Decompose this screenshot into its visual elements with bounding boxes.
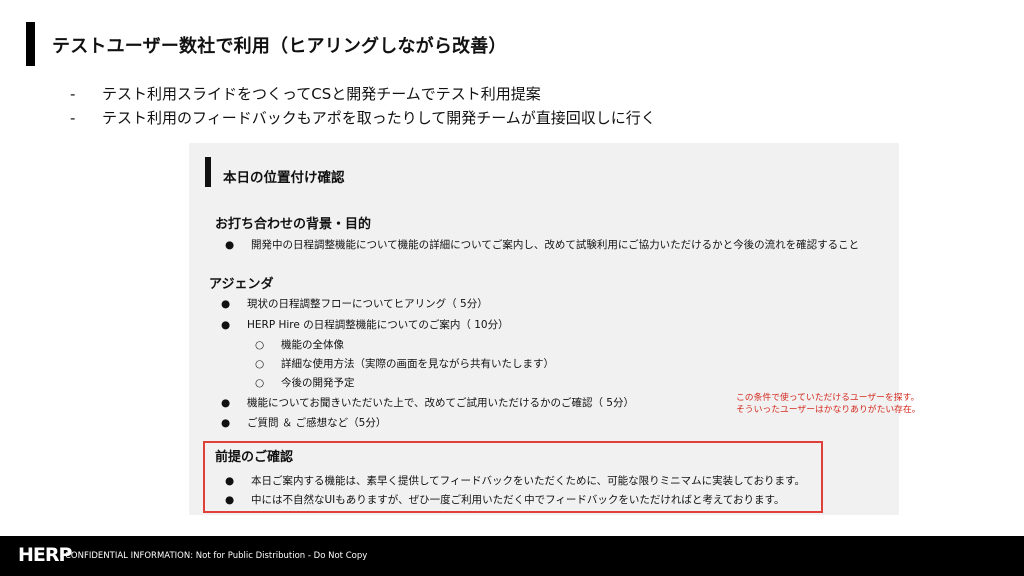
slide-bullet-list: - テスト利用スライドをつくってCSと開発チームでテスト利用提案 - テスト利用… — [70, 82, 656, 130]
bullet-icon: ● — [225, 239, 235, 251]
bullet-icon: ● — [221, 298, 231, 310]
bullet-text: テスト利用スライドをつくってCSと開発チームでテスト利用提案 — [102, 85, 541, 103]
list-item: ● 本日ご案内する機能は、素早く提供してフィードバックをいただくために、可能な限り… — [225, 473, 805, 488]
item-text: 開発中の日程調整機能について機能の詳細についてご案内し、改めて試験利用にご協力い… — [251, 239, 860, 251]
premise-heading: 前提のご確認 — [215, 450, 294, 465]
list-item: ● 中には不自然なUIもありますが、ぜひ一度ご利用いただく中でフィードバックをいた… — [225, 492, 784, 507]
herp-logo: HERP — [18, 544, 72, 566]
list-item: ○ 今後の開発予定 — [255, 375, 355, 390]
list-item: ● ご質問 ＆ ご感想など（5分） — [221, 415, 386, 430]
bullet-icon: ● — [221, 417, 231, 429]
item-text: HERP Hire の日程調整機能についてのご案内（ 10分） — [247, 319, 509, 331]
list-item: ○ 詳細な使用方法（実際の画面を見ながら共有いたします） — [255, 356, 554, 371]
item-text: 機能についてお聞きいただいた上で、改めてご試用いただけるかのご確認（ 5分） — [247, 397, 634, 409]
list-item: ● 現状の日程調整フローについてヒアリング（ 5分） — [221, 296, 488, 311]
bullet-icon: ● — [221, 397, 231, 409]
item-text: 本日ご案内する機能は、素早く提供してフィードバックをいただくために、可能な限りミ… — [251, 475, 805, 487]
dash-marker: - — [70, 109, 76, 127]
list-item: ○ 機能の全体像 — [255, 337, 344, 352]
sub-bullet-icon: ○ — [255, 377, 265, 389]
bullet-text: テスト利用のフィードバックもアポを取ったりして開発チームが直接回収しに行く — [102, 109, 656, 127]
confidential-notice: CONFIDENTIAL INFORMATION: Not for Public… — [65, 551, 368, 561]
item-text: ご質問 ＆ ご感想など（5分） — [247, 417, 387, 429]
list-item: ● 機能についてお聞きいただいた上で、改めてご試用いただけるかのご確認（ 5分） — [221, 395, 634, 410]
item-text: 機能の全体像 — [281, 339, 344, 351]
dash-marker: - — [70, 85, 76, 103]
list-item: - テスト利用スライドをつくってCSと開発チームでテスト利用提案 — [70, 82, 656, 106]
agenda-heading: アジェンダ — [209, 277, 274, 292]
list-item: ● HERP Hire の日程調整機能についてのご案内（ 10分） — [221, 317, 509, 332]
annotation-line: そういったユーザーはかなりありがたい存在。 — [736, 405, 921, 415]
slide-title: テストユーザー数社で利用（ヒアリングしながら改善） — [52, 36, 507, 57]
bullet-icon: ● — [221, 319, 231, 331]
item-text: 中には不自然なUIもありますが、ぜひ一度ご利用いただく中でフィードバックをいただ… — [251, 494, 785, 506]
panel-title: 本日の位置付け確認 — [223, 170, 345, 186]
background-heading: お打ち合わせの背景・目的 — [215, 217, 372, 232]
list-item: ● 開発中の日程調整機能について機能の詳細についてご案内し、改めて試験利用にご協力… — [225, 237, 859, 252]
embedded-slide-screenshot: 本日の位置付け確認 お打ち合わせの背景・目的 ● 開発中の日程調整機能について機能… — [189, 143, 899, 515]
sub-bullet-icon: ○ — [255, 339, 265, 351]
sub-bullet-icon: ○ — [255, 358, 265, 370]
bullet-icon: ● — [225, 475, 235, 487]
title-accent-bar — [26, 22, 35, 66]
item-text: 今後の開発予定 — [281, 377, 355, 389]
bullet-icon: ● — [225, 494, 235, 506]
footer-bar: HERP CONFIDENTIAL INFORMATION: Not for P… — [0, 536, 1024, 576]
annotation-line: この条件で使っていただけるユーザーを探す。 — [736, 393, 920, 403]
item-text: 詳細な使用方法（実際の画面を見ながら共有いたします） — [281, 358, 554, 370]
list-item: - テスト利用のフィードバックもアポを取ったりして開発チームが直接回収しに行く — [70, 106, 656, 130]
panel-accent-bar — [205, 157, 211, 187]
red-annotation: この条件で使っていただけるユーザーを探す。 そういったユーザーはかなりありがたい… — [736, 392, 921, 416]
item-text: 現状の日程調整フローについてヒアリング（ 5分） — [247, 298, 488, 310]
